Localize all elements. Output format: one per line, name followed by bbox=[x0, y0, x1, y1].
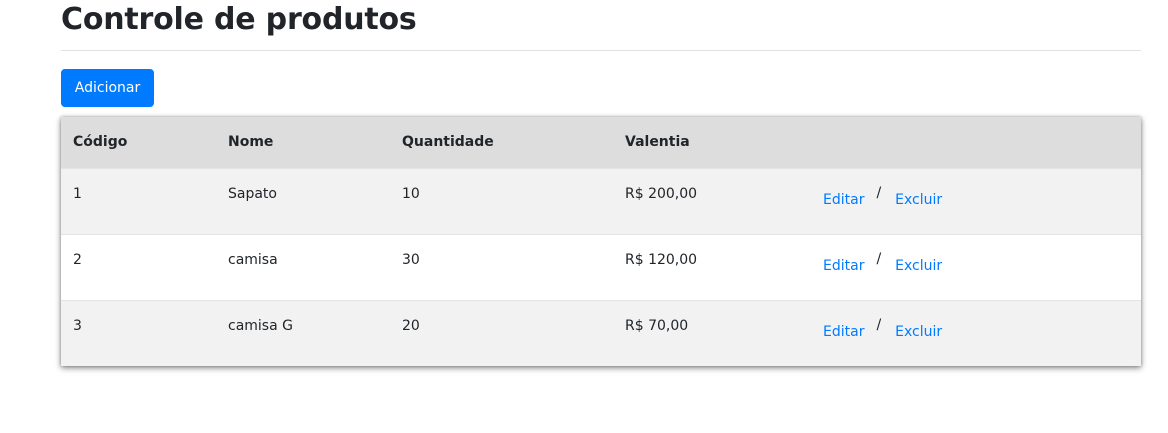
products-table: Código Nome Quantidade Valentia 1 Sapato… bbox=[61, 117, 1141, 366]
delete-link[interactable]: Excluir bbox=[895, 258, 942, 274]
table-row: 2 camisa 30 R$ 120,00 Editar / Excluir bbox=[61, 234, 1141, 300]
page-container: Controle de produtos Adicionar Código No… bbox=[61, 0, 1141, 366]
cell-quantidade: 30 bbox=[402, 251, 420, 268]
delete-link[interactable]: Excluir bbox=[895, 324, 942, 340]
cell-actions: Editar / Excluir bbox=[811, 300, 1141, 366]
cell-actions: Editar / Excluir bbox=[811, 168, 1141, 234]
cell-nome: Sapato bbox=[228, 185, 277, 202]
cell-nome: camisa G bbox=[228, 317, 293, 334]
action-separator: / bbox=[876, 316, 882, 333]
cell-codigo: 1 bbox=[73, 185, 82, 202]
page-title: Controle de produtos bbox=[61, 0, 1141, 51]
cell-quantidade: 20 bbox=[402, 317, 420, 334]
header-codigo: Código bbox=[73, 134, 128, 151]
cell-quantidade: 10 bbox=[402, 185, 420, 202]
delete-link[interactable]: Excluir bbox=[895, 192, 942, 208]
add-button[interactable]: Adicionar bbox=[61, 69, 154, 107]
table-row: 3 camisa G 20 R$ 70,00 Editar / Excluir bbox=[61, 300, 1141, 366]
edit-link[interactable]: Editar bbox=[823, 192, 864, 208]
table-header-row: Código Nome Quantidade Valentia bbox=[61, 117, 1141, 168]
cell-codigo: 3 bbox=[73, 317, 82, 334]
header-actions bbox=[811, 117, 1141, 168]
table-row: 1 Sapato 10 R$ 200,00 Editar / Excluir bbox=[61, 168, 1141, 234]
edit-link[interactable]: Editar bbox=[823, 258, 864, 274]
action-separator: / bbox=[876, 184, 882, 201]
header-quantidade: Quantidade bbox=[402, 134, 494, 151]
cell-actions: Editar / Excluir bbox=[811, 234, 1141, 300]
cell-codigo: 2 bbox=[73, 251, 82, 268]
cell-valor: R$ 70,00 bbox=[625, 317, 689, 334]
table-body: 1 Sapato 10 R$ 200,00 Editar / Excluir 2 c… bbox=[61, 168, 1141, 366]
header-valor: Valentia bbox=[625, 134, 690, 151]
header-nome: Nome bbox=[228, 134, 274, 151]
products-table-card: Código Nome Quantidade Valentia 1 Sapato… bbox=[61, 117, 1141, 366]
table-header: Código Nome Quantidade Valentia bbox=[61, 117, 1141, 168]
action-separator: / bbox=[876, 250, 882, 267]
cell-nome: camisa bbox=[228, 251, 278, 268]
cell-valor: R$ 120,00 bbox=[625, 251, 698, 268]
cell-valor: R$ 200,00 bbox=[625, 185, 698, 202]
edit-link[interactable]: Editar bbox=[823, 324, 864, 340]
